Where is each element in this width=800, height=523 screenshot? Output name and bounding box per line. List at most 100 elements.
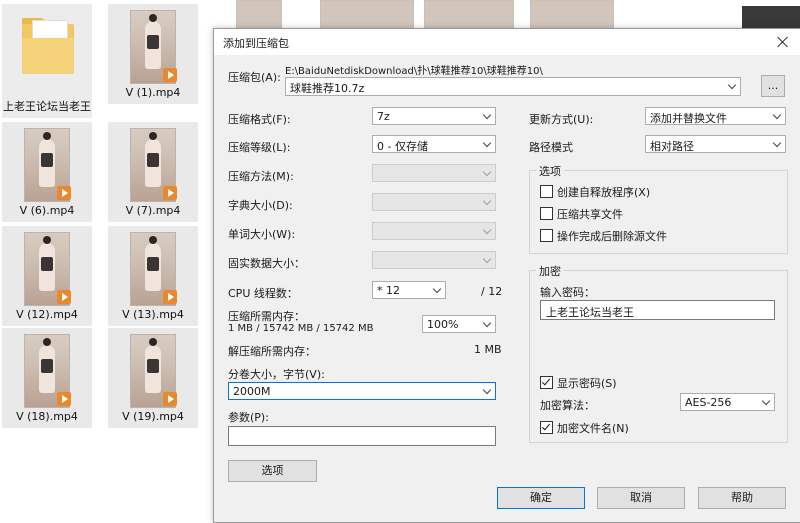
memory-percent-value: 100% bbox=[427, 318, 459, 331]
chevron-down-icon bbox=[772, 138, 782, 148]
file-item[interactable]: V (13).mp4 bbox=[108, 226, 198, 326]
file-thumbnail[interactable] bbox=[530, 0, 614, 30]
folder-item[interactable]: 上老王论坛当老王 bbox=[2, 4, 92, 118]
title-bar[interactable]: 添加到压缩包 bbox=[214, 29, 800, 55]
file-name: V (18).mp4 bbox=[16, 410, 78, 423]
file-item[interactable]: V (7).mp4 bbox=[108, 122, 198, 222]
checkbox-unchecked-icon bbox=[540, 229, 553, 242]
split-size-value: 2000M bbox=[233, 385, 271, 398]
checkbox-unchecked-icon bbox=[540, 207, 553, 220]
archive-name-value: 球鞋推荐10.7z bbox=[290, 82, 365, 95]
chevron-down-icon bbox=[482, 225, 492, 235]
level-select[interactable]: 0 - 仅存储 bbox=[372, 135, 496, 153]
archive-path: E:\BaiduNetdiskDownload\扑\球鞋推荐10\球鞋推荐10\ bbox=[285, 66, 543, 77]
delete-after-checkbox[interactable]: 操作完成后删除源文件 bbox=[540, 228, 667, 244]
format-value: 7z bbox=[377, 110, 390, 123]
file-name: V (13).mp4 bbox=[122, 308, 184, 321]
chevron-down-icon bbox=[482, 110, 492, 120]
show-password-checkbox[interactable]: 显示密码(S) bbox=[540, 375, 617, 391]
ok-button[interactable]: 确定 bbox=[497, 487, 585, 509]
method-select[interactable] bbox=[372, 164, 496, 182]
video-icon bbox=[57, 290, 71, 304]
format-label: 压缩格式(F): bbox=[228, 113, 291, 126]
solid-size-select[interactable] bbox=[372, 251, 496, 269]
video-icon bbox=[163, 392, 177, 406]
split-size-combo[interactable]: 2000M bbox=[228, 382, 496, 400]
chevron-down-icon bbox=[482, 167, 492, 177]
chevron-down-icon bbox=[772, 110, 782, 120]
file-item[interactable]: V (12).mp4 bbox=[2, 226, 92, 326]
video-icon bbox=[163, 68, 177, 82]
archive-name-combo[interactable]: 球鞋推荐10.7z bbox=[285, 77, 741, 96]
update-mode-select[interactable]: 添加并替换文件 bbox=[645, 107, 786, 125]
archive-label: 压缩包(A): bbox=[228, 71, 281, 84]
memory-label: 压缩所需内存： bbox=[228, 310, 305, 323]
file-item[interactable]: V (19).mp4 bbox=[108, 328, 198, 428]
chevron-down-icon bbox=[761, 396, 771, 406]
cpu-threads-label: CPU 线程数： bbox=[228, 287, 298, 300]
cpu-threads-select[interactable]: * 12 bbox=[372, 281, 446, 299]
video-icon bbox=[163, 290, 177, 304]
cpu-threads-total: / 12 bbox=[481, 285, 503, 298]
password-input[interactable]: 上老王论坛当老王 bbox=[540, 300, 775, 320]
delete-after-label: 操作完成后删除源文件 bbox=[557, 230, 667, 243]
params-input[interactable] bbox=[228, 426, 496, 446]
method-label: 压缩方法(M): bbox=[228, 170, 294, 183]
file-thumbnail[interactable] bbox=[424, 0, 514, 30]
encrypt-names-checkbox[interactable]: 加密文件名(N) bbox=[540, 420, 629, 436]
video-icon bbox=[57, 186, 71, 200]
chevron-down-icon bbox=[482, 318, 492, 328]
chevron-down-icon bbox=[432, 284, 442, 294]
file-item[interactable]: V (18).mp4 bbox=[2, 328, 92, 428]
shared-files-checkbox[interactable]: 压缩共享文件 bbox=[540, 206, 623, 222]
file-name: V (7).mp4 bbox=[125, 204, 181, 217]
level-label: 压缩等级(L): bbox=[228, 141, 291, 154]
split-size-label: 分卷大小，字节(V): bbox=[228, 368, 325, 381]
decompress-memory-label: 解压缩所需内存： bbox=[228, 345, 316, 358]
options-button[interactable]: 选项 bbox=[228, 460, 317, 482]
file-item[interactable]: V (1).mp4 bbox=[108, 4, 198, 104]
video-icon bbox=[57, 392, 71, 406]
dict-size-label: 字典大小(D): bbox=[228, 199, 293, 212]
encryption-method-value: AES-256 bbox=[685, 396, 732, 409]
memory-percent-select[interactable]: 100% bbox=[422, 315, 496, 333]
word-size-select[interactable] bbox=[372, 222, 496, 240]
checkbox-unchecked-icon bbox=[540, 185, 553, 198]
help-button[interactable]: 帮助 bbox=[698, 487, 786, 509]
add-to-archive-dialog: 添加到压缩包 压缩包(A): E:\BaiduNetdiskDownload\扑… bbox=[213, 28, 800, 523]
encryption-method-select[interactable]: AES-256 bbox=[680, 393, 775, 411]
file-item[interactable]: V (6).mp4 bbox=[2, 122, 92, 222]
cancel-button[interactable]: 取消 bbox=[597, 487, 685, 509]
level-value: 0 - 仅存储 bbox=[377, 140, 428, 153]
solid-size-label: 固实数据大小： bbox=[228, 257, 305, 270]
file-thumbnail[interactable] bbox=[236, 0, 282, 30]
chevron-down-icon bbox=[482, 254, 492, 264]
format-select[interactable]: 7z bbox=[372, 107, 496, 125]
dialog-title: 添加到压缩包 bbox=[223, 37, 289, 50]
folder-icon bbox=[22, 18, 74, 76]
path-mode-select[interactable]: 相对路径 bbox=[645, 135, 786, 153]
file-name: V (19).mp4 bbox=[122, 410, 184, 423]
file-name: V (12).mp4 bbox=[16, 308, 78, 321]
file-thumbnail[interactable] bbox=[320, 0, 414, 30]
update-mode-value: 添加并替换文件 bbox=[650, 112, 727, 125]
path-mode-value: 相对路径 bbox=[650, 140, 694, 153]
path-mode-label: 路径模式 bbox=[529, 141, 573, 154]
decompress-memory-value: 1 MB bbox=[474, 343, 502, 356]
chevron-down-icon bbox=[482, 138, 492, 148]
cpu-threads-value: * 12 bbox=[377, 284, 400, 297]
close-icon[interactable] bbox=[765, 29, 800, 55]
encryption-method-label: 加密算法： bbox=[540, 399, 595, 412]
password-label: 输入密码： bbox=[540, 286, 595, 299]
file-name: V (6).mp4 bbox=[19, 204, 75, 217]
browse-button[interactable]: ... bbox=[761, 75, 785, 97]
chevron-down-icon bbox=[482, 196, 492, 206]
dict-size-select[interactable] bbox=[372, 193, 496, 211]
update-mode-label: 更新方式(U): bbox=[529, 113, 594, 126]
video-icon bbox=[163, 186, 177, 200]
memory-detail: 1 MB / 15742 MB / 15742 MB bbox=[228, 323, 374, 334]
password-value: 上老王论坛当老王 bbox=[546, 306, 634, 319]
encrypt-names-label: 加密文件名(N) bbox=[557, 422, 629, 435]
checkbox-checked-icon bbox=[540, 376, 553, 389]
sfx-checkbox[interactable]: 创建自释放程序(X) bbox=[540, 184, 650, 200]
